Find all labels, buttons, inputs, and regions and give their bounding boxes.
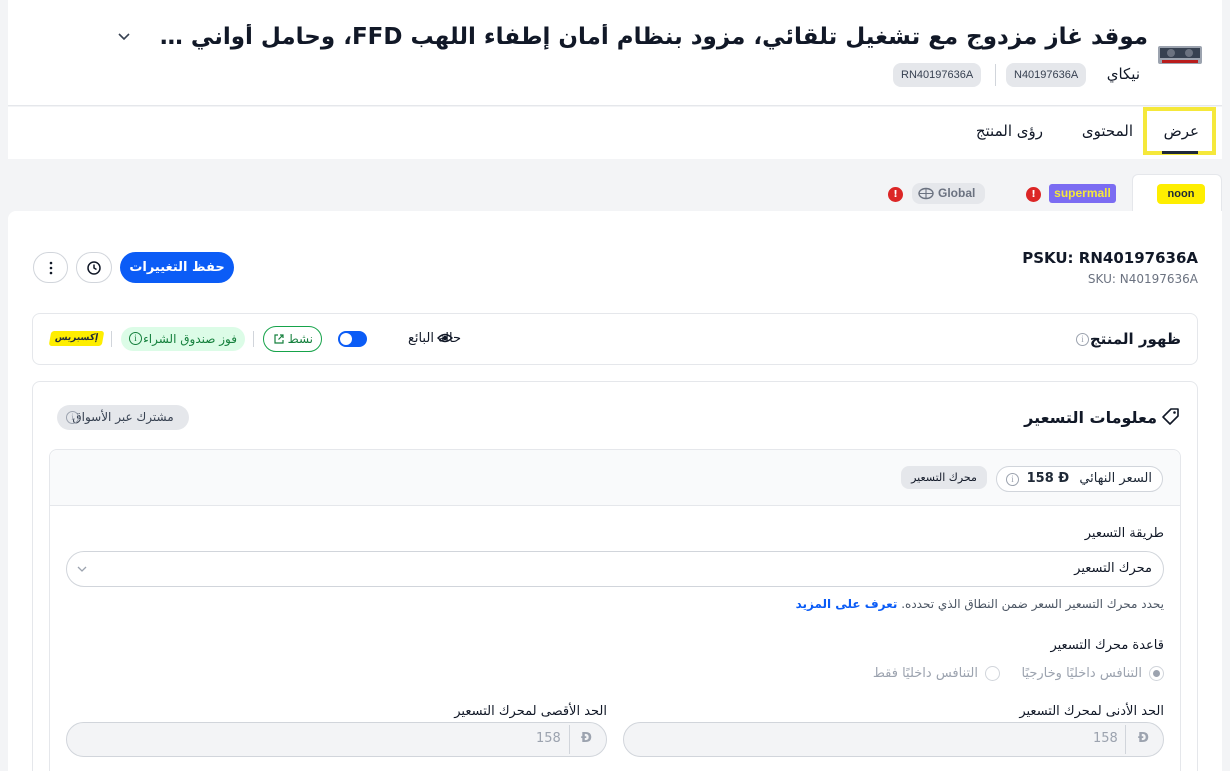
radio-compete-internal[interactable] — [985, 666, 1000, 681]
globe-plane-icon — [918, 187, 934, 200]
divider — [1125, 725, 1126, 754]
noon-logo: noon — [1157, 184, 1205, 204]
currency-icon: Ð — [1058, 471, 1070, 486]
info-icon[interactable]: i — [66, 411, 79, 424]
divider — [569, 725, 570, 754]
divider — [111, 331, 112, 347]
currency-icon: Ð — [1138, 731, 1149, 746]
pricing-method-label: طريقة التسعير — [1084, 526, 1164, 541]
tab-highlight — [1143, 107, 1216, 155]
save-changes-button[interactable]: حفظ التغييرات — [120, 252, 234, 283]
info-icon[interactable]: i — [129, 332, 142, 345]
global-label: Global — [938, 186, 976, 200]
marketplace-tab-supermall[interactable]: supermall — [1049, 184, 1116, 203]
active-label: نشط — [287, 332, 313, 346]
warning-icon: ! — [888, 187, 903, 202]
info-icon[interactable]: i — [1006, 473, 1019, 486]
product-thumbnail — [1158, 46, 1202, 64]
pricing-title: معلومات التسعير — [1024, 408, 1157, 427]
history-button[interactable] — [76, 252, 112, 283]
divider — [995, 64, 996, 86]
min-price-value: 158 — [1093, 731, 1118, 746]
final-price-chip: السعر النهائي 158 Ð i — [996, 466, 1163, 492]
brand-name: نيكاي — [1106, 65, 1140, 83]
min-price-input[interactable] — [623, 722, 1164, 757]
tab-content[interactable]: المحتوى — [1082, 122, 1133, 140]
seller-status-toggle[interactable] — [338, 331, 367, 347]
radio-compete-all[interactable] — [1149, 666, 1164, 681]
pricing-engine-chip: محرك التسعير — [901, 466, 987, 489]
tab-product-insights[interactable]: رؤى المنتج — [976, 122, 1043, 140]
external-link-icon — [274, 334, 284, 344]
shared-marketplaces-chip[interactable]: مشترك عبر الأسواق i — [57, 405, 189, 430]
seller-status-label: حالة البائع — [407, 331, 461, 346]
pricing-helper-text: يحدد محرك التسعير السعر ضمن النطاق الذي … — [796, 597, 1164, 611]
more-vertical-icon — [49, 261, 52, 275]
warning-icon: ! — [1026, 187, 1041, 202]
sku-chip: N40197636A — [1006, 63, 1087, 87]
buybox-label: فوز صندوق الشراء — [143, 332, 237, 346]
helper-text: يحدد محرك التسعير السعر ضمن النطاق الذي … — [901, 597, 1164, 611]
info-icon[interactable]: i — [1076, 333, 1089, 346]
buybox-status-chip: فوز صندوق الشراء i — [121, 327, 245, 351]
express-badge: إكسبريس — [48, 331, 105, 346]
pricing-method-value: محرك التسعير — [1074, 561, 1152, 576]
radio-compete-all-label: التنافس داخليًا وخارجيًا — [1021, 666, 1142, 681]
visibility-title: ظهور المنتج — [1089, 330, 1181, 348]
pricing-rule-label: قاعدة محرك التسعير — [1050, 638, 1164, 653]
currency-icon: Ð — [581, 731, 592, 746]
sku-label: SKU: N40197636A — [1087, 272, 1198, 286]
psku-chip: RN40197636A — [893, 63, 982, 87]
active-status-chip[interactable]: نشط — [263, 326, 322, 352]
final-price-value: 158 — [1026, 471, 1054, 486]
price-tag-icon — [1162, 408, 1179, 425]
pricing-method-select[interactable] — [66, 551, 1164, 587]
marketplace-tab-global[interactable]: Global — [912, 183, 985, 204]
tab-active-indicator — [1162, 151, 1198, 154]
product-header — [8, 0, 1222, 106]
divider — [253, 331, 254, 347]
chevron-down-icon[interactable] — [116, 28, 132, 44]
radio-compete-internal-label: التنافس داخليًا فقط — [872, 666, 978, 681]
max-price-value: 158 — [536, 731, 561, 746]
max-price-label: الحد الأقصى لمحرك التسعير — [454, 704, 607, 719]
learn-more-link[interactable]: تعرف على المزيد — [796, 597, 898, 611]
min-price-label: الحد الأدنى لمحرك التسعير — [1019, 704, 1164, 719]
history-icon — [87, 261, 101, 275]
product-title: موقد غاز مزدوج مع تشغيل تلقائي، مزود بنظ… — [148, 24, 1148, 50]
more-options-button[interactable] — [33, 252, 68, 283]
final-price-label: السعر النهائي — [1079, 471, 1152, 486]
shared-label: مشترك عبر الأسواق — [72, 410, 174, 424]
chevron-down-icon[interactable] — [76, 564, 88, 574]
psku-label: PSKU: RN40197636A — [1022, 249, 1198, 267]
max-price-input[interactable] — [66, 722, 607, 757]
